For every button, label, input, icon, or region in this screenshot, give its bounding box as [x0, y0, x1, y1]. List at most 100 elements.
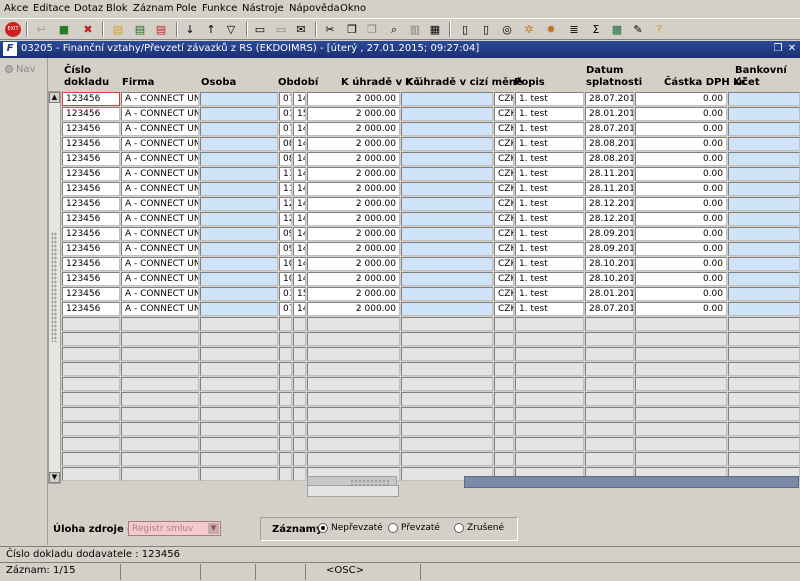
cell-bankovni-ucet[interactable] — [728, 137, 800, 151]
cell-obdobi-rok[interactable]: 15 — [293, 107, 306, 121]
table-row[interactable]: 123456A - CONNECT UNE S 10142 000.00 CZK1.… — [62, 257, 800, 272]
columns-icon[interactable]: ▥ — [407, 22, 423, 37]
cell-uhrada-kc[interactable] — [307, 437, 400, 451]
cell-mena[interactable]: CZK — [494, 182, 514, 196]
cell-bankovni-ucet[interactable] — [728, 332, 800, 346]
cell-obdobi-mesic[interactable]: 11 — [279, 167, 292, 181]
cell-mena[interactable] — [494, 347, 514, 361]
find-icon[interactable]: ⌕ — [386, 22, 402, 37]
cell-osoba[interactable] — [200, 377, 278, 391]
cell-uhrada-cizi[interactable] — [401, 197, 493, 211]
cell-mena[interactable] — [494, 392, 514, 406]
cell-castka-dph[interactable]: 0.00 — [635, 92, 727, 106]
cell-uhrada-cizi[interactable] — [401, 92, 493, 106]
radio-neprevzate[interactable] — [318, 523, 328, 533]
menu-editace[interactable]: Editace — [33, 3, 70, 14]
cell-obdobi-rok[interactable] — [293, 422, 306, 436]
cell-popis[interactable]: 1. test — [515, 122, 584, 136]
cell-datum-splatnosti[interactable] — [585, 332, 634, 346]
cell-castka-dph[interactable]: 0.00 — [635, 182, 727, 196]
cell-obdobi-mesic[interactable]: 07 — [279, 92, 292, 106]
cell-uhrada-cizi[interactable] — [401, 227, 493, 241]
cell-datum-splatnosti[interactable]: 28.08.2014 — [585, 152, 634, 166]
cell-uhrada-kc[interactable]: 2 000.00 — [307, 272, 400, 286]
cell-popis[interactable]: 1. test — [515, 197, 584, 211]
cell-castka-dph[interactable]: 0.00 — [635, 137, 727, 151]
table-row[interactable]: 123456A - CONNECT UNE S 08142 000.00 CZK1.… — [62, 137, 800, 152]
cell-castka-dph[interactable] — [635, 332, 727, 346]
menu-nastroje[interactable]: Nástroje — [242, 3, 284, 14]
cell-datum-splatnosti[interactable]: 28.07.2014 — [585, 122, 634, 136]
cell-castka-dph[interactable]: 0.00 — [635, 302, 727, 316]
empty-table-row[interactable] — [62, 407, 800, 422]
table-row[interactable]: 123456A - CONNECT UNE S 12142 000.00 CZK1.… — [62, 212, 800, 227]
cell-obdobi-mesic[interactable]: 09 — [279, 227, 292, 241]
cell-uhrada-kc[interactable] — [307, 422, 400, 436]
table-row[interactable]: 123456A - CONNECT UNE S 01152 000.00 CZK1.… — [62, 107, 800, 122]
cell-bankovni-ucet[interactable] — [728, 452, 800, 466]
cell-bankovni-ucet[interactable] — [728, 302, 800, 316]
cell-popis[interactable]: 1. test — [515, 302, 584, 316]
cell-bankovni-ucet[interactable] — [728, 422, 800, 436]
cell-castka-dph[interactable] — [635, 317, 727, 331]
cell-datum-splatnosti[interactable] — [585, 437, 634, 451]
cell-obdobi-mesic[interactable] — [279, 437, 292, 451]
empty-table-row[interactable] — [62, 392, 800, 407]
cell-cislo-dokladu[interactable]: 123456 — [62, 137, 120, 151]
cell-castka-dph[interactable]: 0.00 — [635, 257, 727, 271]
scissors-icon[interactable]: ✂ — [322, 22, 338, 37]
cell-bankovni-ucet[interactable] — [728, 347, 800, 361]
empty-table-row[interactable] — [62, 317, 800, 332]
cell-firma[interactable]: A - CONNECT UNE S — [121, 122, 199, 136]
cell-uhrada-cizi[interactable] — [401, 452, 493, 466]
cell-obdobi-mesic[interactable]: 08 — [279, 137, 292, 151]
cell-datum-splatnosti[interactable]: 28.11.2014 — [585, 182, 634, 196]
table-row[interactable]: 123456A - CONNECT UNE S 11142 000.00 CZK1.… — [62, 182, 800, 197]
cell-osoba[interactable] — [200, 197, 278, 211]
cell-bankovni-ucet[interactable] — [728, 152, 800, 166]
cell-cislo-dokladu[interactable] — [62, 407, 120, 421]
cell-firma[interactable]: A - CONNECT UNE S — [121, 272, 199, 286]
cell-datum-splatnosti[interactable]: 28.01.2015 — [585, 107, 634, 121]
cell-castka-dph[interactable] — [635, 347, 727, 361]
cell-castka-dph[interactable]: 0.00 — [635, 197, 727, 211]
cell-datum-splatnosti[interactable]: 28.07.2014 — [585, 302, 634, 316]
cell-datum-splatnosti[interactable]: 28.01.2015 — [585, 287, 634, 301]
empty-table-row[interactable] — [62, 332, 800, 347]
cell-cislo-dokladu[interactable]: 123456 — [62, 287, 120, 301]
nav-label[interactable]: Nav — [16, 64, 36, 75]
cell-castka-dph[interactable] — [635, 452, 727, 466]
cell-cislo-dokladu[interactable]: 123456 — [62, 197, 120, 211]
cell-cislo-dokladu[interactable]: 123456 — [62, 212, 120, 226]
cell-castka-dph[interactable] — [635, 392, 727, 406]
cell-firma[interactable]: A - CONNECT UNE S — [121, 152, 199, 166]
close-icon[interactable]: ✕ — [786, 43, 798, 55]
cell-osoba[interactable] — [200, 302, 278, 316]
cell-uhrada-kc[interactable]: 2 000.00 — [307, 107, 400, 121]
cell-datum-splatnosti[interactable]: 28.08.2014 — [585, 137, 634, 151]
cell-firma[interactable]: A - CONNECT UNE S — [121, 242, 199, 256]
cell-osoba[interactable] — [200, 362, 278, 376]
cell-uhrada-cizi[interactable] — [401, 422, 493, 436]
edit-icon[interactable]: ✎ — [630, 22, 646, 37]
chevron-down-icon[interactable]: ▼ — [208, 523, 219, 534]
cell-castka-dph[interactable] — [635, 362, 727, 376]
cell-obdobi-rok[interactable]: 14 — [293, 212, 306, 226]
document-plus-icon[interactable]: ▯ — [478, 22, 494, 37]
cell-mena[interactable]: CZK — [494, 197, 514, 211]
sum-icon[interactable]: Σ — [588, 22, 604, 37]
cell-obdobi-rok[interactable] — [293, 317, 306, 331]
cell-datum-splatnosti[interactable]: 28.12.2014 — [585, 212, 634, 226]
cell-obdobi-mesic[interactable] — [279, 377, 292, 391]
cell-mena[interactable] — [494, 437, 514, 451]
cell-obdobi-rok[interactable]: 14 — [293, 92, 306, 106]
cell-popis[interactable]: 1. test — [515, 92, 584, 106]
empty-table-row[interactable] — [62, 347, 800, 362]
cell-firma[interactable]: A - CONNECT UNE S — [121, 227, 199, 241]
cell-osoba[interactable] — [200, 287, 278, 301]
cell-popis[interactable] — [515, 317, 584, 331]
cell-mena[interactable]: CZK — [494, 212, 514, 226]
cell-obdobi-mesic[interactable] — [279, 467, 292, 481]
cell-datum-splatnosti[interactable]: 28.07.2014 — [585, 92, 634, 106]
cell-obdobi-mesic[interactable] — [279, 347, 292, 361]
